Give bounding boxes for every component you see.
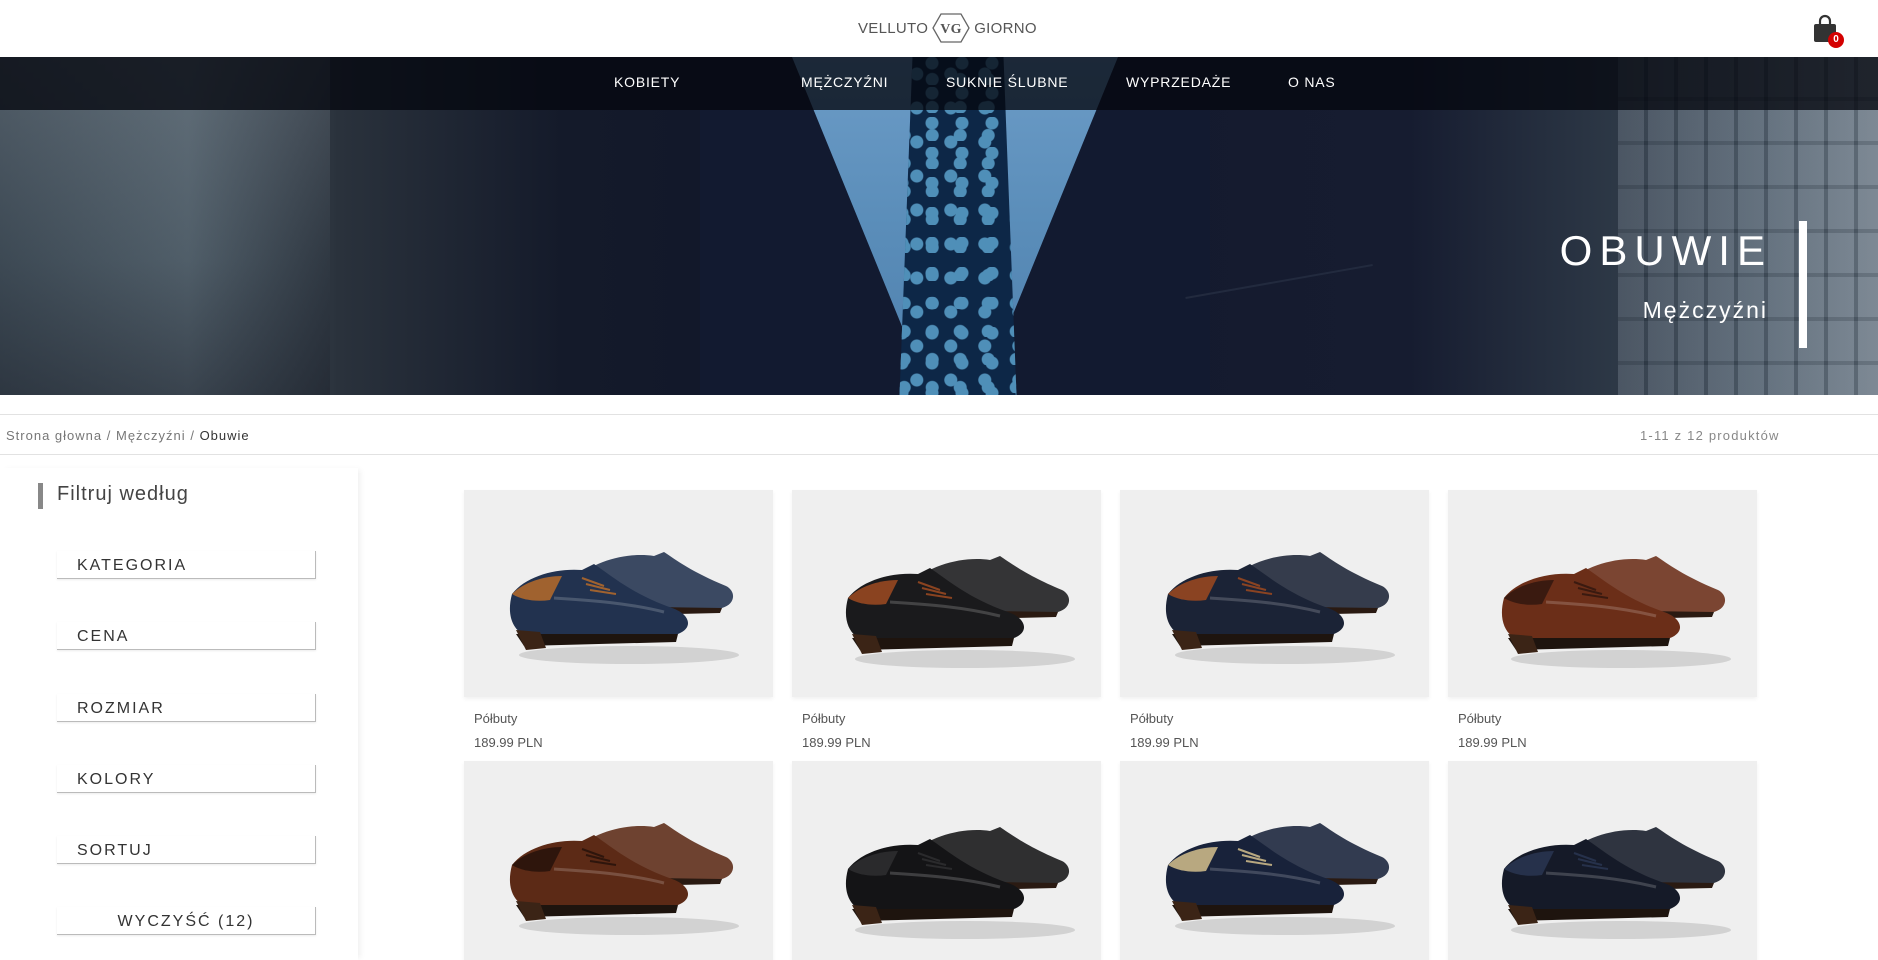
- logo-mark-text: VG: [940, 22, 962, 37]
- hero-subtitle: Mężczyźni: [1642, 297, 1768, 323]
- product-image[interactable]: [1120, 490, 1429, 697]
- shoe-image: [1501, 556, 1731, 668]
- product-name[interactable]: Półbuty: [802, 711, 845, 726]
- shoe-image: [845, 556, 1075, 668]
- product-image[interactable]: [1120, 761, 1429, 960]
- product-name[interactable]: Półbuty: [474, 711, 517, 726]
- hero-title: OBUWIE: [1559, 227, 1772, 274]
- logo-text-right: GIORNO: [974, 19, 1037, 37]
- hero-accent-bar: [1799, 221, 1807, 348]
- filter-sidebar: Filtruj według KATEGORIA CENA ROZMIAR KO…: [0, 468, 358, 960]
- product-name[interactable]: Półbuty: [1458, 711, 1501, 726]
- logo[interactable]: VELLUTO VG GIORNO: [858, 12, 1037, 44]
- breadcrumb-home[interactable]: Strona głowna: [6, 428, 102, 443]
- product-card[interactable]: Półbuty 189.99 PLN: [1448, 490, 1757, 755]
- product-image[interactable]: [1448, 761, 1757, 960]
- nav-item-wyprzedaze[interactable]: WYPRZEDAŻE: [1126, 74, 1231, 90]
- logo-mark-icon: VG: [932, 13, 970, 43]
- nav-item-kobiety[interactable]: KOBIETY: [614, 74, 680, 90]
- breadcrumb: Strona głowna / Mężczyźni / Obuwie: [6, 428, 250, 443]
- top-bar: VELLUTO VG GIORNO 0: [0, 0, 1878, 57]
- filter-kolory-button[interactable]: KOLORY: [57, 765, 316, 793]
- breadcrumb-bar: Strona głowna / Mężczyźni / Obuwie 1-11 …: [0, 414, 1878, 455]
- product-price: 189.99 PLN: [1458, 735, 1527, 750]
- shoe-image: [1165, 823, 1395, 935]
- product-card[interactable]: [1448, 761, 1757, 960]
- shoe-image: [509, 823, 739, 935]
- product-image[interactable]: [464, 761, 773, 960]
- product-price: 189.99 PLN: [802, 735, 871, 750]
- product-image[interactable]: [792, 761, 1101, 960]
- product-image[interactable]: [464, 490, 773, 697]
- shoe-image: [1501, 827, 1731, 939]
- product-card[interactable]: Półbuty 189.99 PLN: [1120, 490, 1429, 755]
- logo-text-left: VELLUTO: [858, 19, 929, 37]
- filter-rozmiar-button[interactable]: ROZMIAR: [57, 694, 316, 722]
- product-price: 189.99 PLN: [1130, 735, 1199, 750]
- clear-filters-button[interactable]: WYCZYŚĆ (12): [57, 907, 316, 935]
- breadcrumb-separator: /: [190, 428, 195, 443]
- filter-kategoria-button[interactable]: KATEGORIA: [57, 551, 316, 579]
- filter-cena-button[interactable]: CENA: [57, 622, 316, 650]
- product-card[interactable]: Półbuty 189.99 PLN: [464, 490, 773, 755]
- breadcrumb-separator: /: [106, 428, 112, 443]
- product-price: 189.99 PLN: [474, 735, 543, 750]
- product-card[interactable]: Półbuty 189.99 PLN: [792, 490, 1101, 755]
- nav-item-mezczyzni[interactable]: MĘŻCZYŹNI: [801, 74, 888, 90]
- shoe-image: [845, 827, 1075, 939]
- nav-item-o-nas[interactable]: O NAS: [1288, 74, 1336, 90]
- shoe-image: [1165, 552, 1395, 664]
- hero-pocket: [1185, 264, 1385, 366]
- breadcrumb-current: Obuwie: [199, 428, 250, 443]
- product-card[interactable]: [1120, 761, 1429, 960]
- results-count: 1-11 z 12 produktów: [1640, 428, 1780, 443]
- shoe-image: [509, 552, 739, 664]
- product-image[interactable]: [1448, 490, 1757, 697]
- product-image[interactable]: [792, 490, 1101, 697]
- filter-sortuj-button[interactable]: SORTUJ: [57, 836, 316, 864]
- breadcrumb-category[interactable]: Mężczyźni: [116, 428, 186, 443]
- product-card[interactable]: [464, 761, 773, 960]
- product-name[interactable]: Półbuty: [1130, 711, 1173, 726]
- filter-heading: Filtruj według: [38, 483, 189, 509]
- cart-count-badge: 0: [1828, 32, 1844, 48]
- nav-item-suknie-slubne[interactable]: SUKNIE ŚLUBNE: [946, 74, 1068, 90]
- product-card[interactable]: [792, 761, 1101, 960]
- cart-button[interactable]: 0: [1810, 14, 1844, 48]
- hero-banner: KOBIETY MĘŻCZYŹNI SUKNIE ŚLUBNE WYPRZEDA…: [0, 57, 1878, 395]
- main-nav: KOBIETY MĘŻCZYŹNI SUKNIE ŚLUBNE WYPRZEDA…: [0, 57, 1878, 110]
